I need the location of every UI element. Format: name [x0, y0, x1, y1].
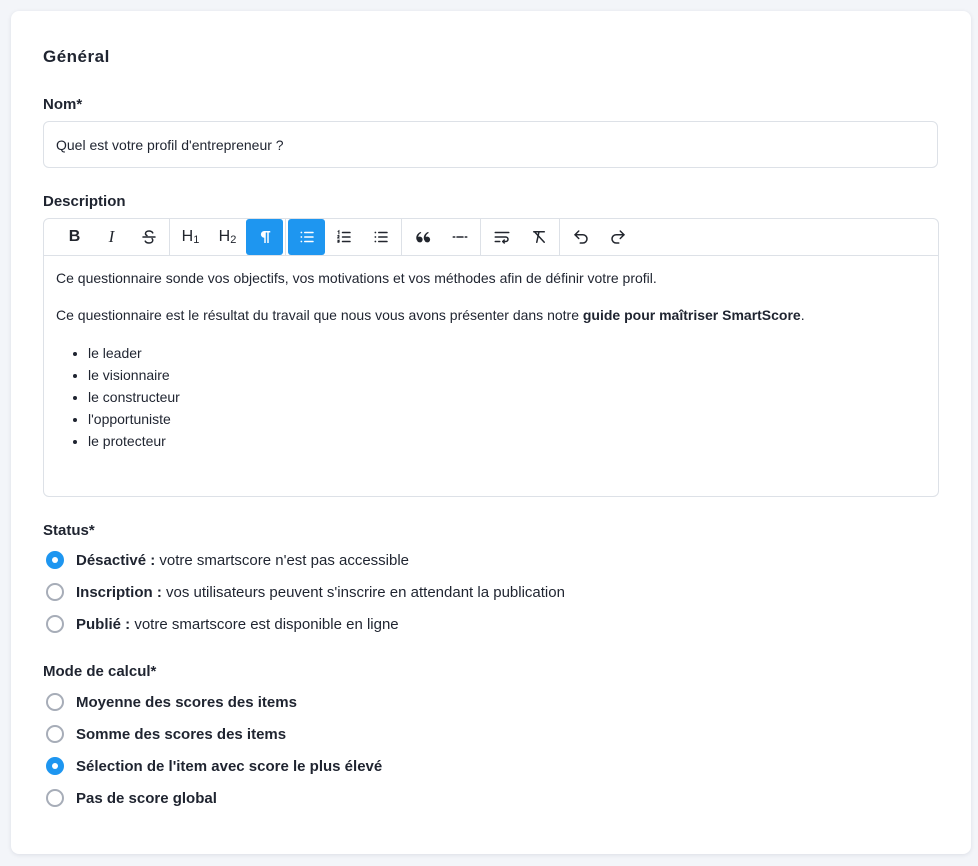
clear-format-button[interactable]: [520, 219, 557, 255]
task-list-icon: [373, 231, 388, 243]
format-group: B I: [54, 219, 170, 255]
quote-icon: [415, 231, 430, 243]
list-item: l'opportuniste: [88, 408, 926, 430]
redo-icon: [610, 230, 625, 244]
description-paragraph: Ce questionnaire sonde vos objectifs, vo…: [56, 270, 657, 286]
bold-button[interactable]: B: [56, 219, 93, 255]
clear-format-icon: [532, 231, 545, 243]
description-paragraph: Ce questionnaire est le résultat du trav…: [56, 307, 805, 323]
strikethrough-button[interactable]: [130, 219, 167, 255]
profile-list: le leader le visionnaire le constructeur…: [56, 342, 926, 452]
list-item: le constructeur: [88, 386, 926, 408]
section-title: Général: [43, 47, 110, 66]
list-group: [286, 219, 402, 255]
status-option-registration[interactable]: Inscription : vos utilisateurs peuvent s…: [46, 583, 565, 601]
history-group: [560, 219, 638, 255]
italic-icon: I: [108, 227, 115, 246]
horizontal-rule-icon: [452, 236, 467, 238]
calc-option-average[interactable]: Moyenne des scores des items: [46, 693, 297, 711]
paragraph-button[interactable]: [246, 219, 283, 255]
list-item: le visionnaire: [88, 364, 926, 386]
heading2-icon: H2: [218, 228, 237, 246]
calc-mode-label: Mode de calcul*: [43, 663, 157, 680]
heading1-icon: H1: [181, 228, 200, 246]
heading-group: H1 H2: [170, 219, 286, 255]
radio-button[interactable]: [46, 693, 64, 711]
guide-link-text: guide pour maîtriser SmartScore: [582, 307, 801, 323]
bullet-list-icon: [299, 231, 314, 243]
list-item: le leader: [88, 342, 926, 364]
status-option-disabled[interactable]: Désactivé : votre smartscore n'est pas a…: [46, 551, 409, 569]
heading1-button[interactable]: H1: [172, 219, 209, 255]
settings-card: Général Nom* Description B I: [11, 11, 971, 854]
radio-button[interactable]: [46, 615, 64, 633]
ordered-list-button[interactable]: [325, 219, 362, 255]
list-item: le protecteur: [88, 430, 926, 452]
strikethrough-icon: [141, 230, 156, 244]
status-option-published[interactable]: Publié : votre smartscore est disponible…: [46, 615, 399, 633]
calc-option-highest[interactable]: Sélection de l'item avec score le plus é…: [46, 757, 382, 775]
bullet-list-button[interactable]: [288, 219, 325, 255]
clear-group: [481, 219, 560, 255]
name-label: Nom*: [43, 96, 83, 113]
editor-content[interactable]: Ce questionnaire sonde vos objectifs, vo…: [44, 256, 938, 464]
text-wrap-icon: [494, 231, 509, 244]
undo-icon: [573, 230, 588, 244]
hard-break-button[interactable]: [483, 219, 520, 255]
paragraph-icon: [260, 231, 270, 243]
radio-button[interactable]: [46, 789, 64, 807]
editor-toolbar: B I H1 H2: [44, 219, 938, 256]
description-label: Description: [43, 193, 126, 210]
bold-icon: B: [68, 228, 81, 245]
calc-option-sum[interactable]: Somme des scores des items: [46, 725, 286, 743]
radio-button[interactable]: [46, 583, 64, 601]
ordered-list-icon: [336, 229, 351, 243]
description-editor: B I H1 H2 Ce questionnaire sonde vos obj…: [43, 218, 939, 497]
italic-button[interactable]: I: [93, 219, 130, 255]
redo-button[interactable]: [599, 219, 636, 255]
horizontal-rule-button[interactable]: [441, 219, 478, 255]
block-group: [402, 219, 481, 255]
task-list-button[interactable]: [362, 219, 399, 255]
blockquote-button[interactable]: [404, 219, 441, 255]
status-label: Status*: [43, 522, 95, 539]
radio-button[interactable]: [46, 757, 64, 775]
radio-button[interactable]: [46, 551, 64, 569]
radio-button[interactable]: [46, 725, 64, 743]
calc-option-none[interactable]: Pas de score global: [46, 789, 217, 807]
heading2-button[interactable]: H2: [209, 219, 246, 255]
name-input[interactable]: [43, 121, 938, 168]
undo-button[interactable]: [562, 219, 599, 255]
